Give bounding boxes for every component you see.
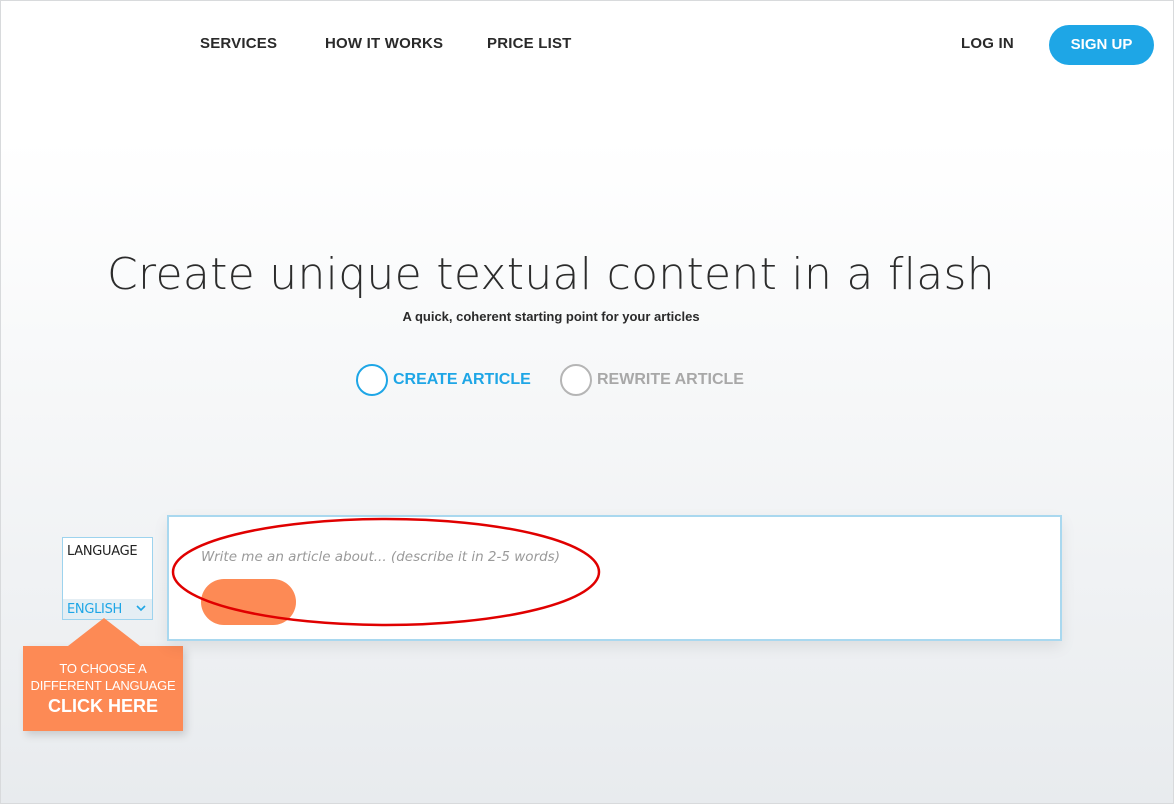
article-input-panel xyxy=(167,515,1062,641)
rewrite-article-label: REWRITE ARTICLE xyxy=(597,371,744,388)
chevron-down-icon xyxy=(136,605,146,612)
generate-button[interactable] xyxy=(201,579,296,625)
tooltip-text-line2: DIFFERENT LANGUAGE xyxy=(30,678,176,693)
login-link[interactable]: LOG IN xyxy=(961,35,1014,52)
rewrite-article-radio[interactable] xyxy=(560,364,592,396)
nav-price-list-link[interactable]: PRICE LIST xyxy=(487,35,572,52)
tooltip-text-line1: TO CHOOSE A xyxy=(59,661,147,676)
language-tooltip[interactable]: TO CHOOSE A DIFFERENT LANGUAGE CLICK HER… xyxy=(23,618,183,731)
tooltip-click-here[interactable]: CLICK HERE xyxy=(23,696,183,717)
create-article-option[interactable]: CREATE ARTICLE xyxy=(356,364,531,396)
article-topic-input[interactable] xyxy=(201,545,801,569)
create-article-label: CREATE ARTICLE xyxy=(393,371,531,388)
page-subtitle: A quick, coherent starting point for you… xyxy=(402,309,700,324)
signup-button[interactable]: SIGN UP xyxy=(1049,25,1154,65)
nav-services-link[interactable]: SERVICES xyxy=(200,35,277,52)
language-label: LANGUAGE xyxy=(67,544,138,559)
create-article-radio[interactable] xyxy=(356,364,388,396)
language-selector: LANGUAGE ENGLISH xyxy=(62,537,153,620)
language-value: ENGLISH xyxy=(67,602,123,617)
rewrite-article-option[interactable]: REWRITE ARTICLE xyxy=(560,364,744,396)
page-title: Create unique textual content in a flash xyxy=(107,249,995,300)
language-dropdown[interactable]: ENGLISH xyxy=(63,599,152,619)
nav-how-it-works-link[interactable]: HOW IT WORKS xyxy=(325,35,443,52)
